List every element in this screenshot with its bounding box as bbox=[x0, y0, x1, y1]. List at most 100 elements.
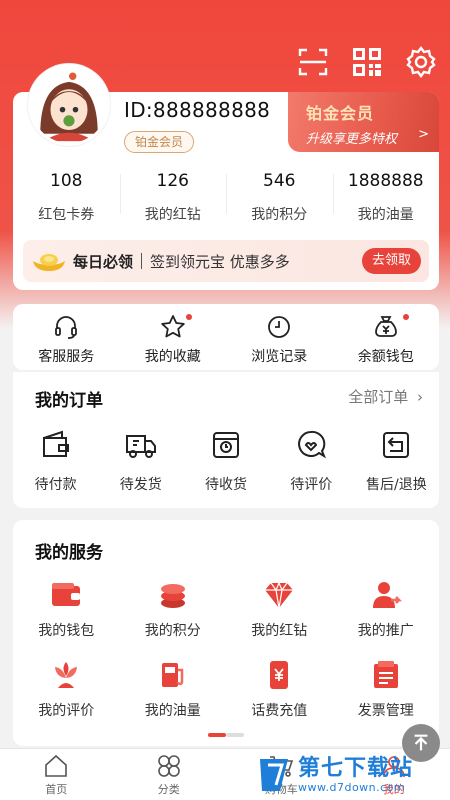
stat-label: 我的积分 bbox=[251, 207, 308, 223]
fuel-icon bbox=[161, 663, 183, 687]
daily-checkin-banner[interactable]: 每日必领 签到领元宝 优惠多多 去领取 bbox=[23, 240, 429, 282]
comment-icon bbox=[298, 430, 327, 459]
order-label: 待评价 bbox=[290, 477, 333, 493]
quick-label: 我的收藏 bbox=[144, 349, 201, 365]
stat-fuel[interactable]: 1888888 我的油量 bbox=[332, 168, 440, 224]
money-bag-icon bbox=[374, 316, 397, 337]
order-pending-receipt[interactable]: 待收货 bbox=[183, 428, 268, 494]
wallet-icon bbox=[52, 583, 81, 606]
member-level-badge: 铂金会员 bbox=[124, 131, 195, 153]
stat-label: 我的红钻 bbox=[144, 207, 201, 223]
stats-row: 108 红包卡券 126 我的红钻 546 我的积分 1888888 我的油量 bbox=[13, 168, 439, 224]
services-section: 我的服务 我的钱包 我的积分 我的红钻 我的推广 我的评价 我的油量 话费充值 … bbox=[13, 520, 439, 746]
page-indicator bbox=[208, 733, 244, 737]
gold-ingot-icon bbox=[33, 254, 65, 271]
order-label: 待收货 bbox=[205, 477, 247, 493]
diamond-icon bbox=[265, 581, 294, 609]
service-label: 我的钱包 bbox=[38, 623, 95, 639]
quick-links: 客服服务 我的收藏 浏览记录 余额钱包 bbox=[13, 304, 439, 370]
watermark: 第七下载站 www.d7down.com bbox=[254, 750, 450, 800]
service-invoice[interactable]: 发票管理 bbox=[333, 658, 440, 720]
order-pending-payment[interactable]: 待付款 bbox=[13, 428, 98, 494]
quick-favorites[interactable]: 我的收藏 bbox=[120, 304, 227, 370]
tab-label: 首页 bbox=[45, 783, 68, 796]
stat-value: 546 bbox=[263, 171, 296, 191]
page-indicator-active bbox=[208, 733, 226, 737]
avatar[interactable] bbox=[28, 64, 110, 146]
daily-desc: 签到领元宝 优惠多多 bbox=[150, 252, 290, 271]
notification-dot bbox=[402, 314, 409, 320]
qr-code-icon[interactable] bbox=[350, 45, 384, 79]
service-promotion[interactable]: 我的推广 bbox=[333, 578, 440, 640]
order-pending-review[interactable]: 待评价 bbox=[269, 428, 354, 494]
tab-home[interactable]: 首页 bbox=[0, 749, 113, 800]
vip-title: 铂金会员 bbox=[306, 104, 375, 123]
vip-upgrade-banner[interactable]: 铂金会员 升级享更多特权 > bbox=[288, 92, 439, 152]
orders-title: 我的订单 bbox=[35, 391, 103, 411]
watermark-logo-icon bbox=[260, 759, 288, 791]
all-orders-link[interactable]: 全部订单 › bbox=[348, 386, 423, 407]
quick-label: 浏览记录 bbox=[251, 349, 308, 365]
tab-category[interactable]: 分类 bbox=[113, 749, 226, 800]
page-indicator-inactive bbox=[226, 733, 244, 737]
stat-value: 108 bbox=[50, 171, 83, 191]
clock-icon bbox=[268, 316, 291, 338]
watermark-title: 第七下载站 bbox=[298, 755, 414, 781]
order-label: 待付款 bbox=[34, 477, 77, 493]
stat-value: 1888888 bbox=[347, 171, 424, 191]
return-icon bbox=[383, 432, 410, 458]
vip-subtitle: 升级享更多特权 bbox=[306, 132, 398, 147]
service-label: 我的评价 bbox=[38, 703, 95, 719]
divider bbox=[141, 253, 143, 269]
chevron-right-icon: › bbox=[417, 388, 423, 406]
daily-title: 每日必领 bbox=[73, 252, 134, 271]
headset-icon bbox=[55, 316, 78, 339]
category-icon bbox=[157, 755, 180, 777]
quick-customer-service[interactable]: 客服服务 bbox=[13, 304, 120, 370]
quick-label: 余额钱包 bbox=[357, 349, 414, 365]
top-toolbar bbox=[296, 45, 438, 79]
home-icon bbox=[45, 754, 68, 777]
flower-icon bbox=[55, 662, 78, 688]
watermark-text: 第七下载站 www.d7down.com bbox=[298, 755, 414, 794]
gear-icon[interactable] bbox=[404, 45, 438, 79]
stat-value: 126 bbox=[156, 171, 189, 191]
stat-coupons[interactable]: 108 红包卡券 bbox=[13, 168, 120, 224]
coins-icon bbox=[160, 584, 185, 608]
order-pending-shipment[interactable]: 待发货 bbox=[98, 428, 183, 494]
quick-label: 客服服务 bbox=[38, 349, 95, 365]
package-icon bbox=[213, 432, 239, 458]
all-orders-label: 全部订单 bbox=[348, 388, 409, 406]
truck-icon bbox=[125, 435, 156, 458]
stat-points[interactable]: 546 我的积分 bbox=[226, 168, 333, 224]
quick-wallet[interactable]: 余额钱包 bbox=[333, 304, 440, 370]
service-label: 我的红钻 bbox=[251, 623, 308, 639]
service-red-diamond[interactable]: 我的红钻 bbox=[226, 578, 333, 640]
service-phone-recharge[interactable]: 话费充值 bbox=[226, 658, 333, 720]
chevron-right-icon: > bbox=[418, 127, 429, 142]
service-fuel[interactable]: 我的油量 bbox=[120, 658, 227, 720]
services-title: 我的服务 bbox=[35, 543, 103, 563]
tab-label: 分类 bbox=[157, 783, 180, 796]
watermark-url: www.d7down.com bbox=[298, 780, 406, 794]
star-icon bbox=[161, 315, 185, 338]
quick-history[interactable]: 浏览记录 bbox=[226, 304, 333, 370]
service-points[interactable]: 我的积分 bbox=[120, 578, 227, 640]
user-id: ID:888888888 bbox=[124, 98, 271, 122]
stat-red-diamonds[interactable]: 126 我的红钻 bbox=[119, 168, 227, 224]
stat-label: 我的油量 bbox=[357, 207, 414, 223]
service-label: 话费充值 bbox=[251, 703, 308, 719]
stat-label: 红包卡券 bbox=[38, 207, 95, 223]
orders-section: 我的订单 全部订单 › 待付款 待发货 待收货 待评价 售后/退换 bbox=[13, 372, 439, 508]
order-label: 售后/退换 bbox=[366, 477, 427, 493]
notification-dot bbox=[185, 314, 192, 320]
wallet-icon bbox=[42, 430, 69, 457]
service-wallet[interactable]: 我的钱包 bbox=[13, 578, 120, 640]
service-reviews[interactable]: 我的评价 bbox=[13, 658, 120, 720]
order-after-sales[interactable]: 售后/退换 bbox=[354, 428, 439, 494]
service-label: 我的积分 bbox=[144, 623, 201, 639]
claim-button[interactable]: 去领取 bbox=[361, 248, 421, 274]
services-grid: 我的钱包 我的积分 我的红钻 我的推广 我的评价 我的油量 话费充值 发票管理 bbox=[13, 578, 439, 720]
scan-icon[interactable] bbox=[296, 45, 330, 79]
invoice-icon bbox=[373, 661, 398, 688]
